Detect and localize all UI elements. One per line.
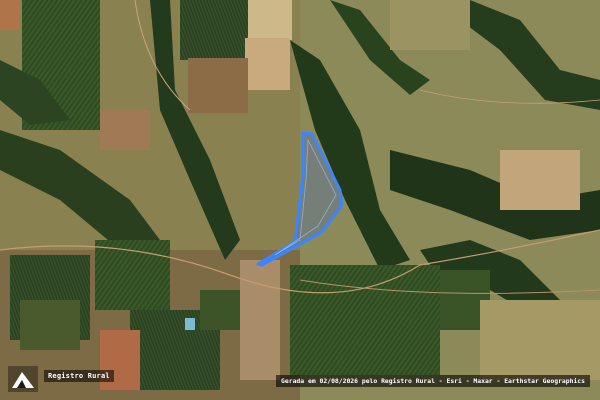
field (20, 300, 80, 350)
field (188, 58, 248, 113)
field (500, 150, 580, 210)
field (200, 290, 245, 330)
field (180, 0, 248, 60)
field (390, 0, 470, 50)
field (480, 300, 600, 380)
field (0, 0, 20, 30)
registro-rural-logo-icon (8, 366, 38, 392)
brand-label: Registro Rural (44, 370, 114, 382)
field (245, 38, 290, 90)
map-attribution: Gerada em 02/08/2026 pelo Registro Rural… (276, 375, 590, 387)
water-pond (185, 318, 195, 330)
field (248, 0, 292, 40)
field (240, 260, 280, 380)
satellite-map[interactable]: Registro Rural Gerada em 02/08/2026 pelo… (0, 0, 600, 400)
satellite-imagery (0, 0, 600, 400)
field (100, 110, 150, 150)
